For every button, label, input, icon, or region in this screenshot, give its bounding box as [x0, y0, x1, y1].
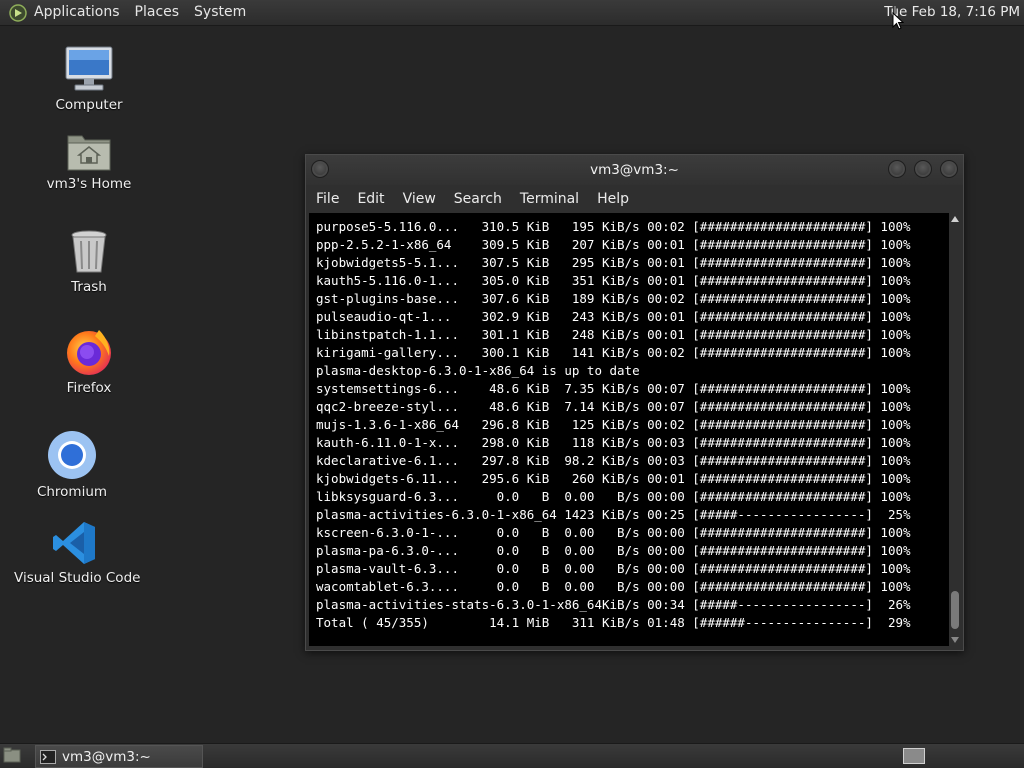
- menu-view[interactable]: View: [396, 191, 443, 207]
- menu-terminal[interactable]: Terminal: [513, 191, 586, 207]
- desktop-icon-label: vm3's Home: [46, 176, 132, 192]
- terminal-output[interactable]: purpose5-5.116.0... 310.5 KiB 195 KiB/s …: [309, 213, 950, 646]
- home-folder-icon: [67, 135, 111, 171]
- close-button[interactable]: [940, 160, 958, 178]
- clock[interactable]: Tue Feb 18, 7:16 PM: [884, 0, 1020, 25]
- terminal-icon: [40, 749, 56, 764]
- desktop-icon-chromium[interactable]: Chromium: [36, 430, 108, 500]
- desktop-icon-firefox[interactable]: Firefox: [58, 326, 120, 396]
- terminal-window[interactable]: vm3@vm3:~ File Edit View Search Terminal…: [305, 154, 964, 651]
- menu-search[interactable]: Search: [447, 191, 509, 207]
- mouse-cursor-icon: [892, 12, 904, 30]
- show-desktop-icon[interactable]: [3, 747, 21, 763]
- computer-icon: [65, 46, 113, 91]
- desktop-icon-label: Chromium: [36, 484, 108, 500]
- vscode-icon: [53, 522, 95, 564]
- chromium-icon: [48, 431, 96, 479]
- scrollbar-thumb[interactable]: [951, 591, 959, 629]
- menu-help[interactable]: Help: [590, 191, 636, 207]
- maximize-button[interactable]: [914, 160, 932, 178]
- minimize-button[interactable]: [888, 160, 906, 178]
- menu-applications[interactable]: Applications: [28, 0, 126, 25]
- desktop-icon-vscode[interactable]: Visual Studio Code: [14, 520, 141, 586]
- window-titlebar[interactable]: vm3@vm3:~: [306, 155, 963, 185]
- workspace-switcher[interactable]: [903, 748, 925, 764]
- desktop-icon-label: Trash: [71, 279, 107, 295]
- trash-icon: [71, 230, 107, 273]
- menu-edit[interactable]: Edit: [350, 191, 391, 207]
- terminal-menubar: File Edit View Search Terminal Help: [306, 185, 963, 213]
- scroll-down-arrow-icon[interactable]: [951, 637, 959, 643]
- terminal-text: purpose5-5.116.0... 310.5 KiB 195 KiB/s …: [316, 219, 911, 630]
- desktop-icon-label: Firefox: [66, 380, 112, 396]
- taskbar-window-label: vm3@vm3:~: [62, 748, 151, 765]
- menu-file[interactable]: File: [309, 191, 346, 207]
- firefox-icon: [67, 330, 111, 375]
- desktop-icon-label: Visual Studio Code: [14, 570, 141, 586]
- bottom-panel: vm3@vm3:~: [0, 743, 1024, 768]
- window-title: vm3@vm3:~: [590, 162, 679, 178]
- desktop-icon-home[interactable]: vm3's Home: [44, 128, 134, 192]
- taskbar-window-button[interactable]: vm3@vm3:~: [35, 745, 203, 768]
- top-panel: Applications Places System Tue Feb 18, 7…: [0, 0, 1024, 26]
- desktop-icon-label: Computer: [55, 97, 123, 113]
- menu-system[interactable]: System: [188, 0, 252, 25]
- menu-places[interactable]: Places: [129, 0, 186, 25]
- applications-logo-icon[interactable]: [9, 3, 27, 22]
- terminal-scrollbar[interactable]: [949, 213, 961, 646]
- desktop-icon-computer[interactable]: Computer: [50, 45, 128, 113]
- scroll-up-arrow-icon[interactable]: [951, 216, 959, 222]
- desktop-icon-trash[interactable]: Trash: [58, 229, 120, 295]
